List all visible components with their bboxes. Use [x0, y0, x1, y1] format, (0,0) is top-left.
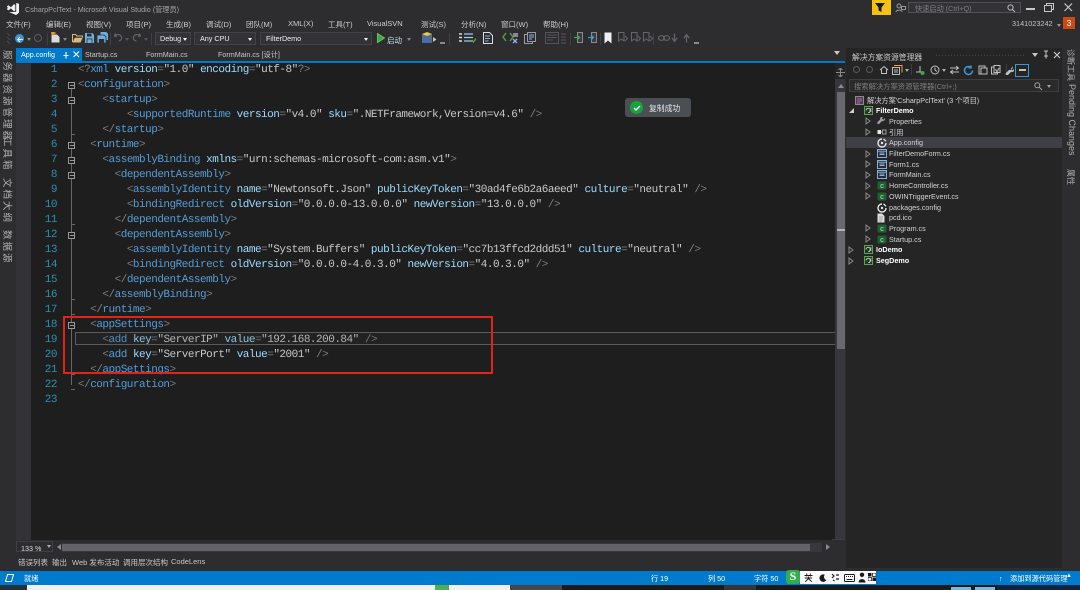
- svg-text:c: c: [880, 192, 884, 201]
- svg-text:c: c: [880, 235, 884, 244]
- svg-text:c: c: [880, 224, 884, 233]
- svg-text:c: c: [880, 181, 884, 190]
